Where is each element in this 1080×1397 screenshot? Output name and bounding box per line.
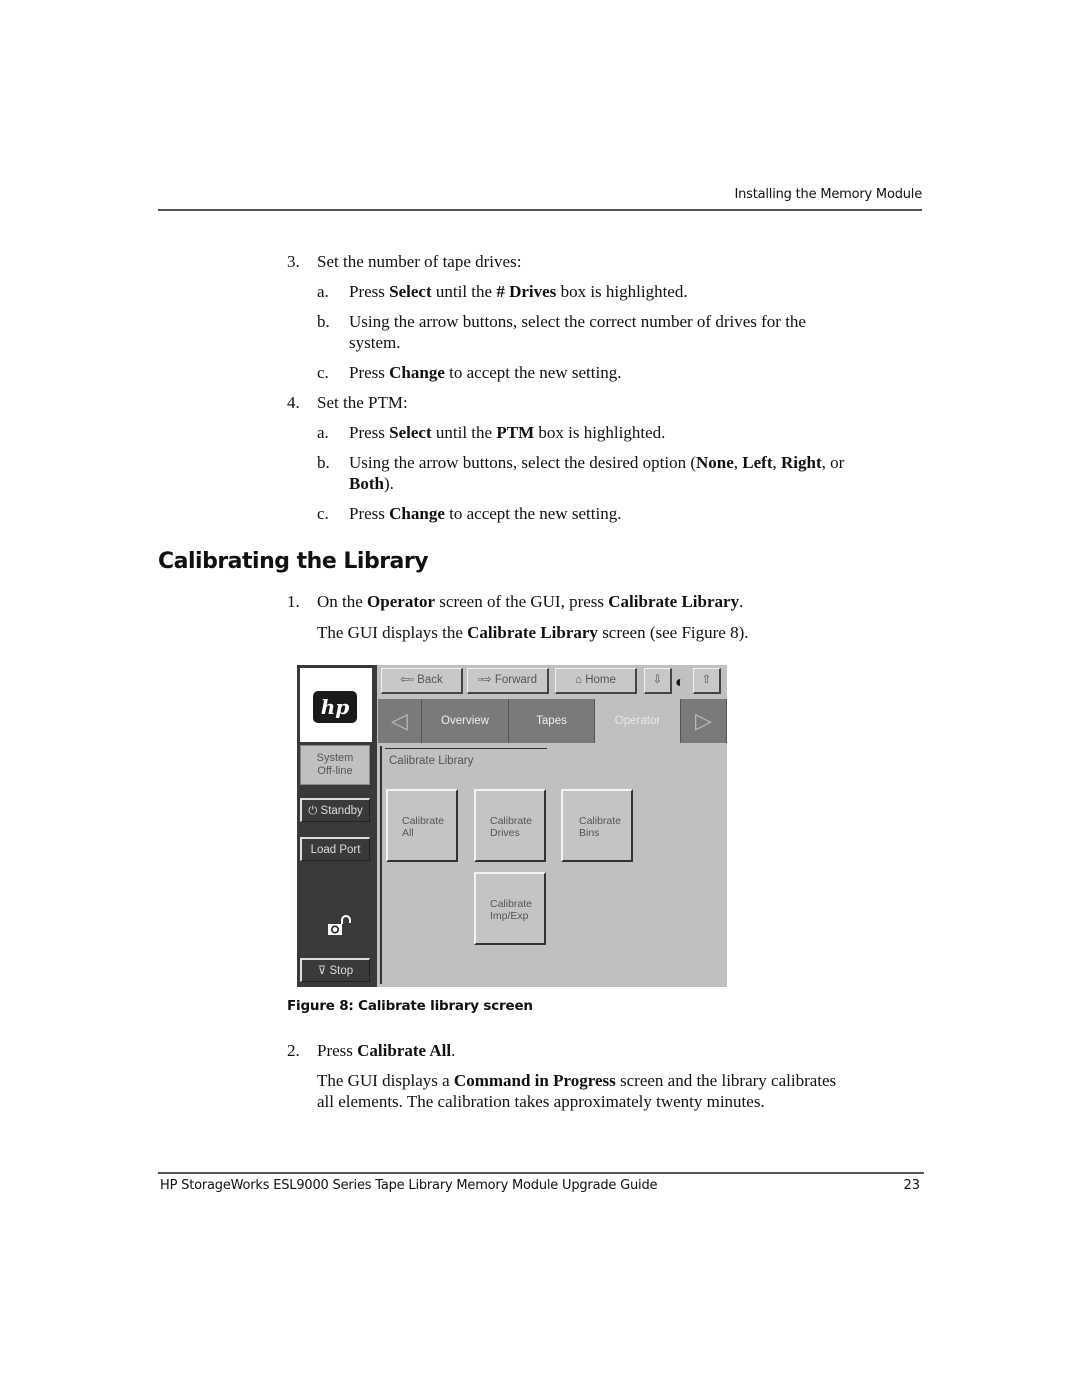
tab-scroll-right[interactable]: ▷ [681,699,727,743]
back-button[interactable]: ⇦▫ Back [381,668,463,694]
substep-text: Press Change to accept the new setting. [349,363,622,382]
footer-rule [158,1172,924,1174]
calibrate-step-1: 1. On the Operator screen of the GUI, pr… [287,591,743,612]
contrast-up-button[interactable]: ⇧ [693,668,721,694]
home-button[interactable]: ⌂ Home [555,668,637,694]
logo-area: hp [300,668,372,742]
header-rule [158,209,922,211]
substep-text: Press Change to accept the new setting. [349,504,622,523]
step-4a: a. Press Select until the PTM box is hig… [317,422,665,443]
section-heading: Calibrating the Library [158,549,429,574]
substep-text: Press Select until the PTM box is highli… [349,423,666,442]
step-number: 1. [287,592,300,611]
step-4: 4. Set the PTM: [287,392,408,413]
calibrate-all-button[interactable]: Calibrate All [386,789,458,862]
substep-label: c. [317,363,329,382]
substep-text: Using the arrow buttons, select the corr… [349,312,806,352]
step-text: Press Calibrate All. [317,1041,456,1060]
step-3b: b. Using the arrow buttons, select the c… [317,311,806,352]
triangle-left-icon: ◁ [391,708,408,733]
calibrate-library-screen-figure: hp System Off-line ⏻ Standby Load Port ⊽ … [297,665,727,987]
triangle-right-icon: ▷ [695,708,712,733]
forward-arrow-icon: ▫⇨ [477,674,492,686]
power-icon: ⏻ [308,805,318,817]
step-3a: a. Press Select until the # Drives box i… [317,281,688,302]
step-text: On the Operator screen of the GUI, press… [317,592,744,611]
step-text: Set the PTM: [317,393,408,412]
footer-title: HP StorageWorks ESL9000 Series Tape Libr… [160,1178,658,1193]
substep-label: a. [317,423,329,442]
step-text: Set the number of tape drives: [317,252,522,271]
step-number: 3. [287,252,300,271]
back-arrow-icon: ⇦▫ [400,674,414,686]
load-port-button[interactable]: Load Port [300,837,370,861]
calibrate-step-1-note: The GUI displays the Calibrate Library s… [317,623,749,642]
step-4b: b. Using the arrow buttons, select the d… [317,452,844,493]
substep-text: Using the arrow buttons, select the desi… [349,453,845,493]
page-number: 23 [903,1178,920,1193]
stop-button[interactable]: ⊽ Stop [300,958,370,982]
left-control-panel: hp System Off-line ⏻ Standby Load Port ⊽ … [297,665,377,987]
panel-divider [385,748,547,749]
step-3: 3. Set the number of tape drives: [287,251,521,272]
substep-label: c. [317,504,329,523]
hp-logo: hp [313,691,357,723]
calibrate-bins-button[interactable]: Calibrate Bins [561,789,633,862]
standby-button[interactable]: ⏻ Standby [300,798,370,822]
tab-operator[interactable]: Operator [595,699,681,743]
arrow-up-icon: ⇧ [701,674,712,686]
calibrate-step-2-note: The GUI displays a Command in Progress s… [317,1071,837,1111]
substep-label: b. [317,453,330,472]
step-number: 2. [287,1041,300,1060]
calibrate-drives-button[interactable]: Calibrate Drives [474,789,546,862]
contrast-down-button[interactable]: ⇩ [644,668,672,694]
stop-icon: ⊽ [317,965,327,977]
substep-label: a. [317,282,329,301]
contrast-icon: ◐ [675,674,685,691]
calibrate-step-2: 2. Press Calibrate All. [287,1040,455,1061]
forward-button[interactable]: ▫⇨ Forward [467,668,549,694]
tab-overview[interactable]: Overview [422,699,509,743]
calibrate-imp-exp-button[interactable]: Calibrate Imp/Exp [474,872,546,945]
step-number: 4. [287,393,300,412]
system-status: System Off-line [300,745,370,785]
tab-scroll-left[interactable]: ◁ [378,699,422,743]
figure-caption: Figure 8: Calibrate library screen [287,998,533,1014]
panel-title: Calibrate Library [389,755,474,767]
step-3c: c. Press Change to accept the new settin… [317,362,621,383]
unlock-icon [328,915,351,935]
step-4c: c. Press Change to accept the new settin… [317,503,621,524]
panel-border [380,746,382,984]
tab-tapes[interactable]: Tapes [509,699,595,743]
running-head: Installing the Memory Module [734,187,922,202]
home-icon: ⌂ [575,674,583,686]
substep-text: Press Select until the # Drives box is h… [349,282,688,301]
arrow-down-icon: ⇩ [652,674,663,686]
substep-label: b. [317,312,330,331]
